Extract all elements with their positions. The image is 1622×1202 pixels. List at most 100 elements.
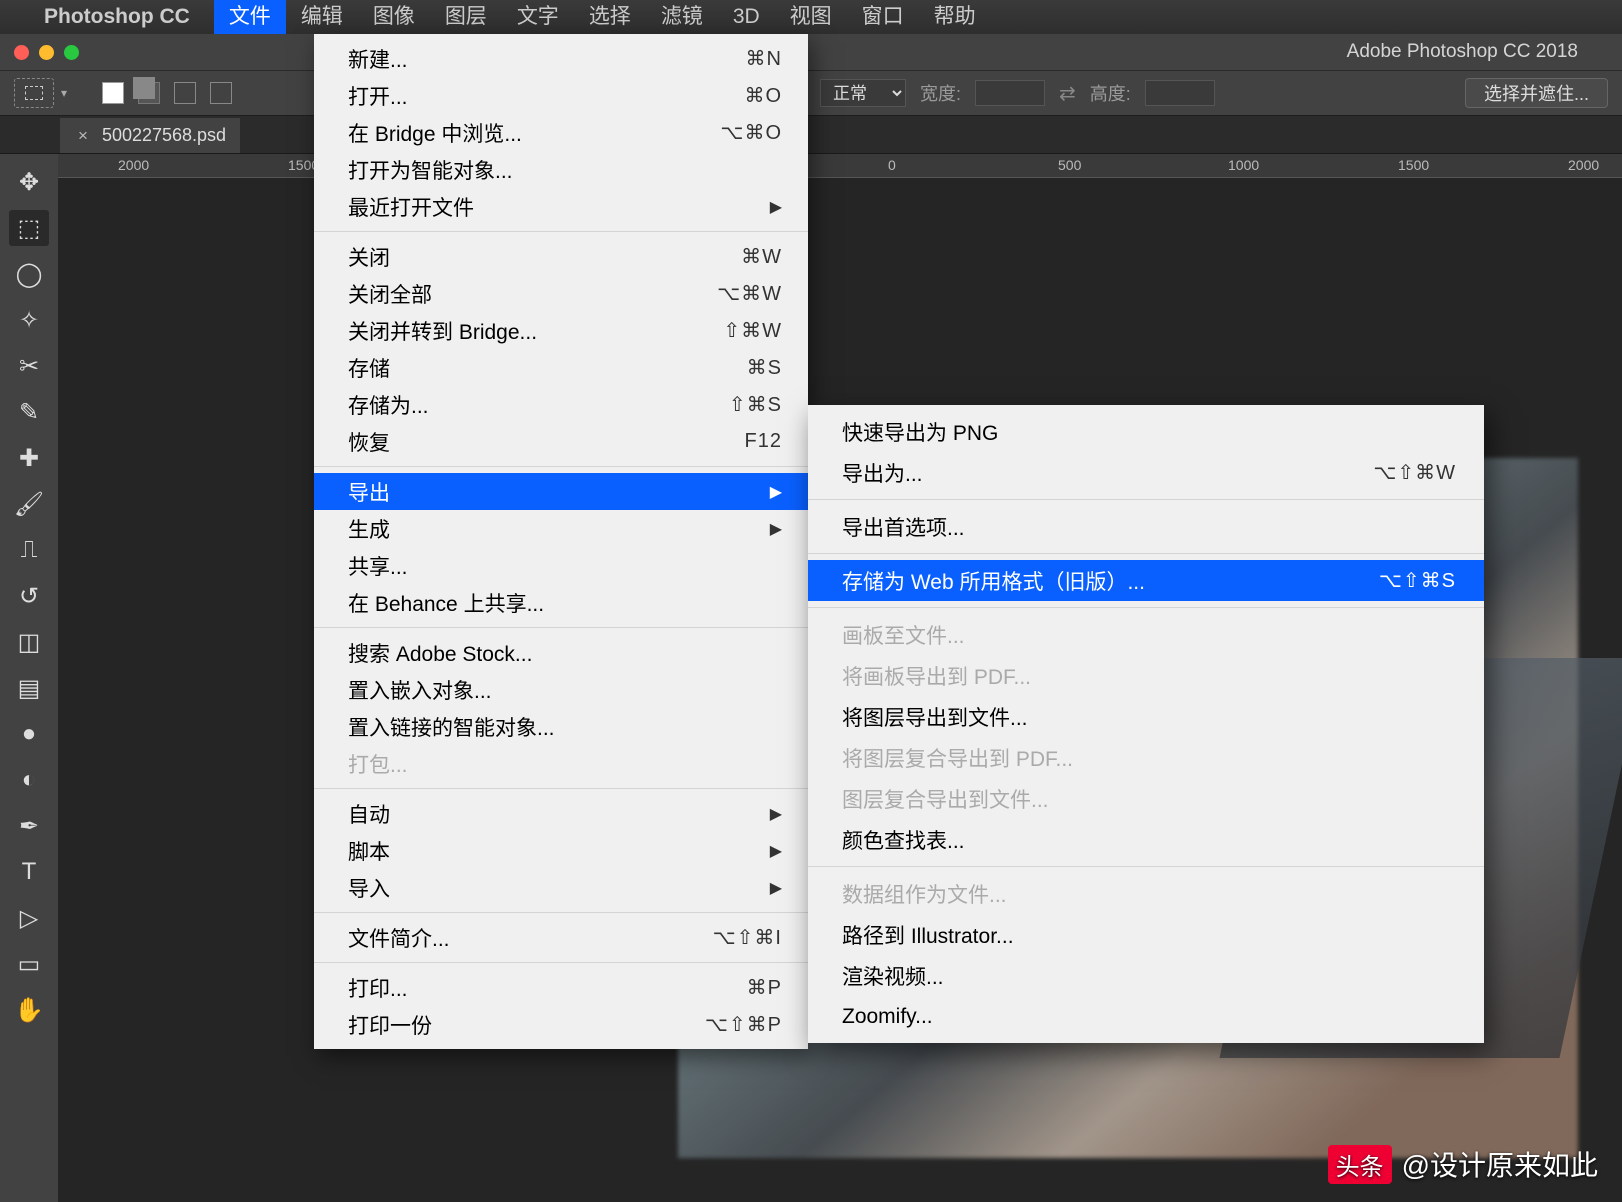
menu-item[interactable]: 在 Behance 上共享...: [314, 584, 808, 621]
tools-panel: ✥ ⬚ ◯ ✧ ✂ ✎ ✚ 🖌 ⎍ ↺ ◫ ▤ ● ◐ ✒ T ▷ ▭ ✋: [0, 154, 58, 1202]
path-select-tool-icon[interactable]: ▷: [9, 900, 49, 936]
rectangle-tool-icon[interactable]: ▭: [9, 946, 49, 982]
shortcut-label: ⌥⇧⌘S: [1379, 568, 1456, 593]
shortcut-label: ⌥⌘O: [720, 120, 782, 145]
submenu-item-label: 将图层导出到文件...: [842, 702, 1456, 732]
height-input[interactable]: [1145, 80, 1215, 106]
traffic-lights: [14, 45, 79, 60]
marquee-tool-preset-icon[interactable]: [14, 78, 54, 108]
menu-separator: [314, 912, 808, 913]
submenu-item: 图层复合导出到文件...: [808, 778, 1484, 819]
close-tab-icon[interactable]: ×: [78, 126, 88, 146]
stamp-tool-icon[interactable]: ⎍: [9, 532, 49, 568]
submenu-item-label: 存储为 Web 所用格式（旧版）...: [842, 566, 1379, 596]
menu-item[interactable]: 恢复F12: [314, 423, 808, 460]
zoom-icon[interactable]: [64, 45, 79, 60]
app-name[interactable]: Photoshop CC: [44, 5, 190, 29]
width-input[interactable]: [975, 80, 1045, 106]
menu-item[interactable]: 打印...⌘P: [314, 969, 808, 1006]
ruler-tick: 0: [888, 157, 896, 173]
submenu-arrow-icon: ▶: [770, 197, 782, 217]
menu-窗口[interactable]: 窗口: [847, 0, 919, 34]
menu-item[interactable]: 搜索 Adobe Stock...: [314, 634, 808, 671]
menu-separator: [314, 231, 808, 232]
menu-item[interactable]: 文件简介...⌥⇧⌘I: [314, 919, 808, 956]
menu-item[interactable]: 置入链接的智能对象...: [314, 708, 808, 745]
submenu-item[interactable]: Zoomify...: [808, 996, 1484, 1037]
magic-wand-tool-icon[interactable]: ✧: [9, 302, 49, 338]
menu-3D[interactable]: 3D: [718, 0, 775, 34]
eyedropper-tool-icon[interactable]: ✎: [9, 394, 49, 430]
menu-item[interactable]: 生成▶: [314, 510, 808, 547]
menu-滤镜[interactable]: 滤镜: [646, 0, 718, 34]
menu-选择[interactable]: 选择: [574, 0, 646, 34]
dodge-tool-icon[interactable]: ◐: [9, 762, 49, 798]
menu-item[interactable]: 打开...⌘O: [314, 77, 808, 114]
marquee-tool-icon[interactable]: ⬚: [9, 210, 49, 246]
lasso-tool-icon[interactable]: ◯: [9, 256, 49, 292]
submenu-item[interactable]: 快速导出为 PNG: [808, 411, 1484, 452]
blur-tool-icon[interactable]: ●: [9, 716, 49, 752]
menu-item[interactable]: 存储为...⇧⌘S: [314, 386, 808, 423]
menu-separator: [808, 553, 1484, 554]
type-tool-icon[interactable]: T: [9, 854, 49, 890]
intersect-selection-icon[interactable]: [210, 82, 232, 104]
subtract-selection-icon[interactable]: [174, 82, 196, 104]
add-selection-icon[interactable]: [138, 82, 160, 104]
select-and-mask-button[interactable]: 选择并遮住...: [1465, 78, 1608, 108]
minimize-icon[interactable]: [39, 45, 54, 60]
swap-icon[interactable]: ⇄: [1059, 81, 1076, 106]
menu-帮助[interactable]: 帮助: [919, 0, 991, 34]
menu-item[interactable]: 在 Bridge 中浏览...⌥⌘O: [314, 114, 808, 151]
close-icon[interactable]: [14, 45, 29, 60]
submenu-item-label: 渲染视频...: [842, 961, 1456, 991]
submenu-item[interactable]: 渲染视频...: [808, 955, 1484, 996]
menu-item[interactable]: 关闭⌘W: [314, 238, 808, 275]
menu-item[interactable]: 关闭并转到 Bridge...⇧⌘W: [314, 312, 808, 349]
gradient-tool-icon[interactable]: ▤: [9, 670, 49, 706]
eraser-tool-icon[interactable]: ◫: [9, 624, 49, 660]
menu-item-label: 打开为智能对象...: [348, 155, 782, 185]
submenu-item-label: 将画板导出到 PDF...: [842, 661, 1456, 691]
submenu-item[interactable]: 将图层导出到文件...: [808, 696, 1484, 737]
pen-tool-icon[interactable]: ✒: [9, 808, 49, 844]
submenu-item[interactable]: 路径到 Illustrator...: [808, 914, 1484, 955]
menu-item[interactable]: 最近打开文件▶: [314, 188, 808, 225]
submenu-item: 将画板导出到 PDF...: [808, 655, 1484, 696]
new-selection-icon[interactable]: [102, 82, 124, 104]
shortcut-label: ⌘W: [741, 244, 782, 269]
history-brush-tool-icon[interactable]: ↺: [9, 578, 49, 614]
menu-item[interactable]: 置入嵌入对象...: [314, 671, 808, 708]
menu-item-label: 置入链接的智能对象...: [348, 712, 782, 742]
menu-文字[interactable]: 文字: [502, 0, 574, 34]
document-tab[interactable]: × 500227568.psd: [60, 118, 240, 153]
menu-item[interactable]: 关闭全部⌥⌘W: [314, 275, 808, 312]
menu-item[interactable]: 导入▶: [314, 869, 808, 906]
menu-item[interactable]: 打印一份⌥⇧⌘P: [314, 1006, 808, 1043]
healing-tool-icon[interactable]: ✚: [9, 440, 49, 476]
shortcut-label: ⌘N: [746, 46, 782, 71]
crop-tool-icon[interactable]: ✂: [9, 348, 49, 384]
menu-item[interactable]: 自动▶: [314, 795, 808, 832]
submenu-item[interactable]: 存储为 Web 所用格式（旧版）...⌥⇧⌘S: [808, 560, 1484, 601]
menu-视图[interactable]: 视图: [775, 0, 847, 34]
menu-编辑[interactable]: 编辑: [286, 0, 358, 34]
style-select[interactable]: 正常: [820, 79, 906, 107]
menu-图像[interactable]: 图像: [358, 0, 430, 34]
menu-item[interactable]: 共享...: [314, 547, 808, 584]
submenu-item[interactable]: 导出为...⌥⇧⌘W: [808, 452, 1484, 493]
menu-item[interactable]: 脚本▶: [314, 832, 808, 869]
menu-item[interactable]: 打开为智能对象...: [314, 151, 808, 188]
menu-图层[interactable]: 图层: [430, 0, 502, 34]
move-tool-icon[interactable]: ✥: [9, 164, 49, 200]
submenu-arrow-icon: ▶: [770, 482, 782, 502]
brush-tool-icon[interactable]: 🖌: [9, 486, 49, 522]
menu-文件[interactable]: 文件: [214, 0, 286, 34]
menu-item[interactable]: 导出▶: [314, 473, 808, 510]
menu-item[interactable]: 新建...⌘N: [314, 40, 808, 77]
submenu-arrow-icon: ▶: [770, 878, 782, 898]
submenu-item[interactable]: 颜色查找表...: [808, 819, 1484, 860]
menu-item[interactable]: 存储⌘S: [314, 349, 808, 386]
submenu-item[interactable]: 导出首选项...: [808, 506, 1484, 547]
hand-tool-icon[interactable]: ✋: [9, 992, 49, 1028]
